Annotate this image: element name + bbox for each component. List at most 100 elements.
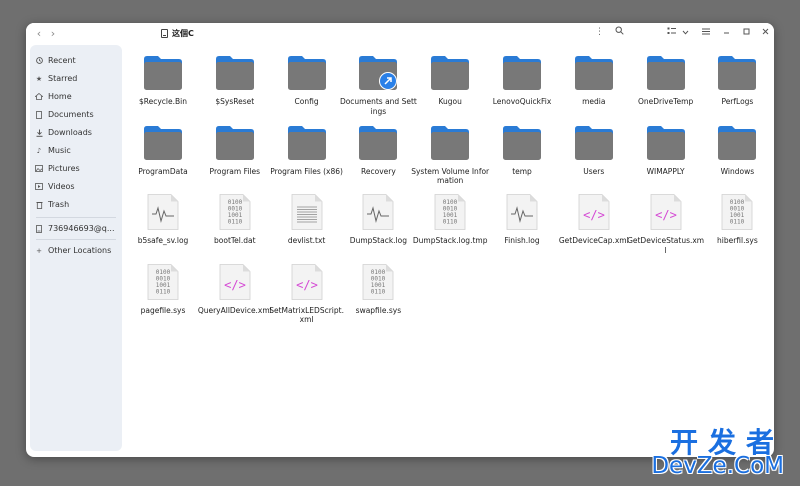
sidebar-item-downloads[interactable]: Downloads bbox=[30, 125, 122, 141]
file-item[interactable]: LenovoQuickFix bbox=[487, 49, 557, 113]
file-item[interactable]: Windows bbox=[702, 119, 772, 183]
file-item[interactable]: </> GetDeviceStatus.xml bbox=[627, 188, 704, 255]
text-file-icon bbox=[287, 194, 327, 230]
file-item[interactable]: Documents and Settings bbox=[340, 49, 417, 116]
sidebar-item-label: Starred bbox=[48, 74, 78, 83]
sidebar-divider bbox=[36, 217, 116, 218]
file-item[interactable]: devlist.txt bbox=[272, 188, 342, 252]
sidebar-item-documents[interactable]: Documents bbox=[30, 107, 122, 123]
file-item[interactable]: DumpStack.log bbox=[343, 188, 413, 252]
file-item[interactable]: Config bbox=[272, 49, 342, 113]
xml-file-icon: </> bbox=[646, 194, 686, 230]
file-item[interactable]: Finish.log bbox=[487, 188, 557, 252]
file-name: pagefile.sys bbox=[140, 305, 186, 315]
close-icon[interactable] bbox=[758, 26, 772, 40]
file-item[interactable]: </> QueryAllDevice.xml bbox=[198, 258, 272, 322]
folder-icon bbox=[646, 55, 686, 91]
sidebar-item-pictures[interactable]: Pictures bbox=[30, 161, 122, 177]
forward-button[interactable]: › bbox=[46, 27, 60, 41]
sidebar-item-label: Downloads bbox=[48, 128, 92, 137]
sidebar-item-videos[interactable]: Videos bbox=[30, 179, 122, 195]
folder-icon bbox=[502, 55, 542, 91]
folder-icon bbox=[143, 55, 183, 91]
file-name: System Volume Information bbox=[411, 166, 490, 186]
plus-icon: + bbox=[36, 247, 42, 255]
file-item[interactable]: 0100 0010 1001 0110 DumpStack.log.tmp bbox=[413, 188, 487, 252]
binary-file-icon: 0100 0010 1001 0110 bbox=[215, 194, 255, 230]
file-name: bootTel.dat bbox=[214, 236, 256, 245]
svg-text:</>: </> bbox=[296, 278, 318, 292]
file-name: $SysReset bbox=[215, 97, 255, 106]
sidebar-item-recent[interactable]: Recent bbox=[30, 53, 122, 69]
file-item[interactable]: Users bbox=[559, 119, 629, 183]
file-name: DumpStack.log.tmp bbox=[412, 236, 488, 245]
view-options-icon[interactable] bbox=[664, 26, 678, 40]
back-button[interactable]: ‹ bbox=[32, 27, 46, 41]
path-menu-icon[interactable]: ⋮ bbox=[595, 27, 604, 37]
file-name: LenovoQuickFix bbox=[492, 97, 552, 106]
folder-icon bbox=[646, 125, 686, 161]
file-item[interactable]: Recovery bbox=[343, 119, 413, 183]
minimize-icon[interactable] bbox=[719, 26, 733, 40]
file-item[interactable]: Kugou bbox=[415, 49, 485, 113]
folder-icon bbox=[143, 125, 183, 161]
binary-file-icon: 0100 0010 1001 0110 bbox=[430, 194, 470, 230]
sidebar-item-music[interactable]: ♪ Music bbox=[30, 143, 122, 159]
sidebar-item-starred[interactable]: ★ Starred bbox=[30, 71, 122, 87]
maximize-icon[interactable] bbox=[739, 26, 753, 40]
sidebar-item-trash[interactable]: Trash bbox=[30, 197, 122, 213]
file-item[interactable]: media bbox=[559, 49, 629, 113]
sidebar-item-drive[interactable]: 736946693@q... bbox=[30, 221, 122, 237]
video-icon bbox=[34, 179, 44, 195]
svg-text:</>: </> bbox=[655, 208, 677, 222]
file-item[interactable]: </> GetDeviceCap.xml bbox=[559, 188, 629, 252]
file-name: QueryAllDevice.xml bbox=[197, 305, 272, 315]
document-icon bbox=[34, 107, 44, 123]
svg-text:0110: 0110 bbox=[443, 219, 458, 226]
sidebar-item-label: 736946693@q... bbox=[48, 224, 115, 233]
file-name: Recovery bbox=[361, 166, 396, 176]
file-item[interactable]: 0100 0010 1001 0110 swapfile.sys bbox=[343, 258, 413, 322]
sidebar-item-home[interactable]: Home bbox=[30, 89, 122, 105]
file-item[interactable]: 0100 0010 1001 0110 pagefile.sys bbox=[128, 258, 198, 322]
file-name: SetMatrixLEDScript.xml bbox=[269, 305, 344, 325]
file-item[interactable]: Program Files bbox=[200, 119, 270, 183]
folder-icon bbox=[215, 55, 255, 91]
folder-icon bbox=[215, 125, 255, 161]
file-item[interactable]: ProgramData bbox=[128, 119, 198, 183]
file-item[interactable]: System Volume Information bbox=[411, 119, 489, 185]
file-name: Program Files bbox=[209, 166, 261, 176]
watermark-en: DevZe.CoM bbox=[651, 453, 784, 479]
folder-icon bbox=[574, 125, 614, 161]
symlink-arrow-icon bbox=[380, 73, 397, 89]
file-item[interactable]: WIMAPPLY bbox=[631, 119, 701, 183]
music-icon: ♪ bbox=[36, 147, 42, 155]
chevron-down-icon[interactable] bbox=[678, 26, 692, 40]
drive-icon bbox=[161, 29, 168, 38]
file-item[interactable]: 0100 0010 1001 0110 hiberfil.sys bbox=[702, 188, 772, 252]
folder-icon bbox=[358, 125, 398, 161]
file-name: WIMAPPLY bbox=[646, 166, 685, 176]
file-item[interactable]: OneDriveTemp bbox=[631, 49, 701, 113]
file-item[interactable]: PerfLogs bbox=[702, 49, 772, 113]
file-item[interactable]: 0100 0010 1001 0110 bootTel.dat bbox=[200, 188, 270, 252]
file-item[interactable]: temp bbox=[487, 119, 557, 183]
file-item[interactable]: </> SetMatrixLEDScript.xml bbox=[269, 258, 344, 324]
folder-icon bbox=[430, 125, 470, 161]
path-bar[interactable]: 这個C ⋮ bbox=[156, 26, 608, 42]
sidebar-item-label: Documents bbox=[48, 110, 94, 119]
file-item[interactable]: b5safe_sv.log bbox=[128, 188, 198, 252]
folder-icon bbox=[430, 55, 470, 91]
file-item[interactable]: $Recycle.Bin bbox=[128, 49, 198, 113]
sidebar-item-other-locations[interactable]: + Other Locations bbox=[30, 243, 122, 259]
folder-icon bbox=[502, 125, 542, 161]
file-item[interactable]: Program Files (x86) bbox=[270, 119, 343, 183]
search-icon[interactable] bbox=[612, 26, 626, 40]
sidebar-item-label: Music bbox=[48, 146, 71, 155]
file-name: Documents and Settings bbox=[339, 97, 417, 116]
clock-icon bbox=[34, 53, 44, 69]
folder-icon bbox=[574, 55, 614, 91]
file-item[interactable]: $SysReset bbox=[200, 49, 270, 113]
hamburger-menu-icon[interactable] bbox=[699, 26, 713, 40]
folder-icon bbox=[287, 55, 327, 91]
